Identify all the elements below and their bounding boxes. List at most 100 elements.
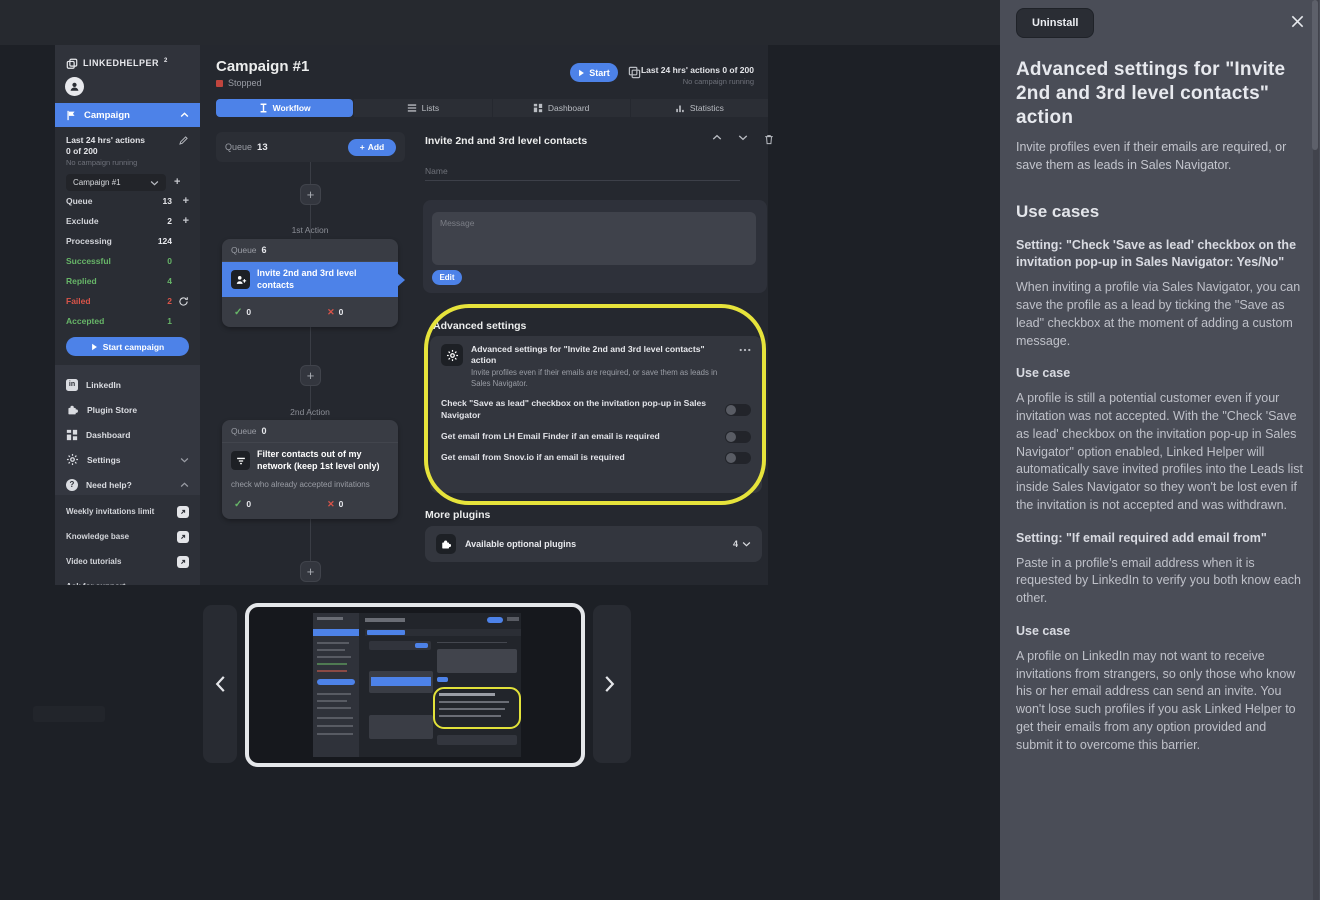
cross-icon: ✕ [327, 307, 335, 318]
insert-action-button[interactable]: + [300, 365, 321, 386]
filter-icon [231, 451, 250, 470]
question-icon: ? [66, 479, 78, 491]
tab-dashboard[interactable]: Dashboard [493, 99, 630, 117]
copy-icon[interactable] [628, 66, 641, 79]
queue-panel: Queue 13 + Add [216, 132, 405, 162]
message-input[interactable] [432, 212, 756, 265]
campaign-status: Stopped [216, 78, 262, 88]
play-icon [91, 343, 98, 351]
insert-action-button[interactable]: + [300, 561, 321, 582]
name-input[interactable] [425, 161, 740, 181]
chevron-up-icon [180, 112, 189, 118]
message-card: Edit [423, 200, 767, 293]
page-title: Campaign #1 [216, 58, 309, 75]
toggle-save-as-lead[interactable] [725, 404, 751, 416]
check-icon: ✓ [234, 499, 242, 510]
stat-row-successful: Successful 0 [66, 251, 189, 271]
sidebar-item-linkedin[interactable]: in LinkedIn [66, 372, 189, 397]
more-options-icon[interactable] [739, 344, 751, 389]
workflow-node-filter[interactable]: Queue 0 Filter contacts out of my networ… [222, 420, 398, 519]
close-icon[interactable] [1290, 14, 1305, 29]
scrollbar-thumb[interactable] [1312, 0, 1318, 150]
sidebar-item-dashboard[interactable]: Dashboard [66, 422, 189, 447]
toggle-lh-email-finder[interactable] [725, 431, 751, 443]
move-up-icon[interactable] [712, 134, 722, 145]
add-to-exclude-button[interactable]: + [183, 216, 189, 227]
scrollbar[interactable] [1313, 0, 1319, 900]
grid-icon [66, 429, 78, 441]
stat-row-processing: Processing 124 [66, 231, 189, 251]
refresh-icon[interactable] [178, 296, 189, 307]
section-heading: Setting: "Check 'Save as lead' checkbox … [1016, 237, 1306, 272]
sidebar-nav-section: in LinkedIn Plugin Store Dashboard Sett [55, 365, 200, 495]
chevron-down-icon [742, 541, 751, 547]
start-campaign-button[interactable]: Start campaign [66, 337, 189, 356]
edit-button[interactable]: Edit [432, 270, 462, 285]
more-plugins-heading: More plugins [425, 509, 490, 521]
chevron-left-icon[interactable] [209, 664, 231, 704]
action-step-label: 2nd Action [240, 407, 380, 417]
background-artifact [33, 706, 105, 722]
tab-statistics[interactable]: Statistics [631, 99, 768, 117]
campaign-select[interactable]: Campaign #1 [66, 174, 166, 191]
sidebar-item-plugin-store[interactable]: Plugin Store [66, 397, 189, 422]
actions-limit-line1: Last 24 hrs' actions [66, 135, 178, 146]
brand-sup: 2 [164, 58, 167, 64]
external-link-icon [177, 556, 189, 568]
section-body: When inviting a profile via Sales Naviga… [1016, 279, 1306, 351]
start-button[interactable]: Start [570, 63, 618, 82]
available-plugins-row[interactable]: Available optional plugins 4 [425, 526, 762, 562]
advanced-settings-heading: Advanced settings [433, 320, 526, 332]
puzzle-icon [436, 534, 456, 554]
move-down-icon[interactable] [738, 134, 748, 145]
uninstall-button[interactable]: Uninstall [1016, 8, 1094, 38]
actions-counter: Last 24 hrs' actions 0 of 200 [641, 65, 754, 75]
section-body: A profile on LinkedIn may not want to re… [1016, 648, 1306, 755]
add-button[interactable]: + Add [348, 139, 396, 156]
chevron-down-icon [180, 457, 189, 463]
stat-row-queue: Queue 13 + [66, 191, 189, 211]
sidebar-item-settings[interactable]: Settings [66, 447, 189, 472]
help-title: Advanced settings for "Invite 2nd and 3r… [1016, 58, 1306, 130]
campaign-select-value: Campaign #1 [73, 178, 121, 187]
toggle-snov-io[interactable] [725, 452, 751, 464]
tab-lists[interactable]: Lists [354, 99, 491, 117]
add-campaign-button[interactable]: + [174, 177, 180, 188]
campaign-running-status: No campaign running [66, 158, 178, 167]
workflow-node-invite[interactable]: Queue 6 Invite 2nd and 3rd level contact… [222, 239, 398, 327]
help-link-video-tutorials[interactable]: Video tutorials [66, 549, 189, 574]
help-link-weekly-invitations-limit[interactable]: Weekly invitations limit [66, 499, 189, 524]
section-heading: Use case [1016, 623, 1306, 641]
help-link-knowledge-base[interactable]: Knowledge base [66, 524, 189, 549]
use-cases-heading: Use cases [1016, 202, 1306, 222]
add-to-queue-button[interactable]: + [183, 196, 189, 207]
insert-action-button[interactable]: + [300, 184, 321, 205]
sidebar-item-need-help[interactable]: ? Need help? [66, 472, 189, 497]
help-link-ask-for-support[interactable]: Ask for support [66, 574, 189, 585]
sidebar-help-links: Weekly invitations limit Knowledge base … [55, 495, 200, 585]
app-logo: LINKEDHELPER2 [66, 58, 167, 70]
section-body: Paste in a profile's email address when … [1016, 555, 1306, 609]
stat-row-failed: Failed 2 [66, 291, 189, 311]
sidebar-item-campaign[interactable]: Campaign [55, 103, 200, 127]
help-panel: Uninstall Advanced settings for "Invite … [1000, 0, 1320, 900]
node-invite-selected[interactable]: Invite 2nd and 3rd level contacts [222, 262, 398, 297]
check-icon: ✓ [234, 307, 242, 318]
tab-workflow[interactable]: Workflow [216, 99, 353, 117]
action-detail-title: Invite 2nd and 3rd level contacts [425, 135, 587, 147]
list-icon [407, 103, 417, 113]
flag-icon [66, 110, 76, 121]
trash-icon[interactable] [764, 134, 774, 145]
chevron-right-icon[interactable] [598, 664, 620, 704]
advanced-card-subtitle: Invite profiles even if their emails are… [471, 368, 731, 389]
actions-limit-line2: 0 of 200 [66, 146, 178, 157]
help-intro: Invite profiles even if their emails are… [1016, 139, 1306, 175]
stat-row-replied: Replied 4 [66, 271, 189, 291]
node-note: check who already accepted invitations [222, 478, 398, 489]
campaign-running-status: No campaign running [641, 77, 754, 86]
stat-row-accepted: Accepted 1 [66, 311, 189, 331]
avatar-icon[interactable] [65, 77, 84, 96]
pencil-icon[interactable] [178, 135, 189, 167]
chevron-down-icon [150, 180, 159, 186]
carousel-thumbnail[interactable] [245, 603, 585, 767]
